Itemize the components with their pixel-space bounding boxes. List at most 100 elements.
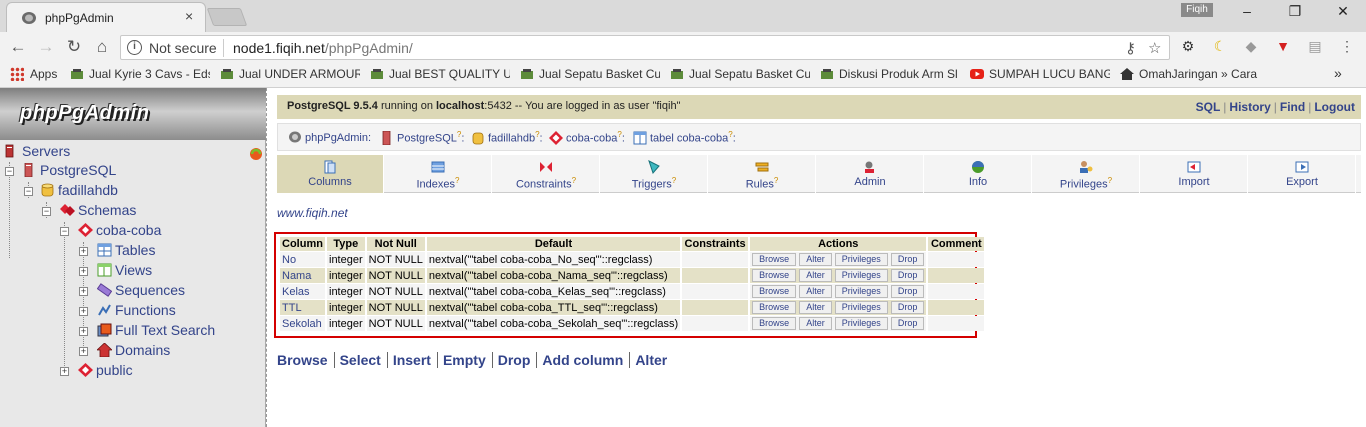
tree-item-schema-coba-coba[interactable]: coba-coba [78,222,161,238]
tab-constraints[interactable]: Constraints? [493,155,600,193]
tree-expander-schemas[interactable]: − [42,207,51,216]
alter-button[interactable]: Alter [799,301,832,314]
browse-button[interactable]: Browse [752,301,797,314]
drop-button[interactable]: Drop [890,301,925,314]
tree-expander-postgresql[interactable]: − [5,167,14,176]
bookmark-item[interactable]: Jual UNDER ARMOUR [220,67,360,81]
tree-item-tables[interactable]: Tables [97,242,155,258]
browse-button[interactable]: Browse [752,269,797,282]
home-icon[interactable]: ⌂ [92,38,112,56]
column-name[interactable]: No [280,252,325,267]
tree-item-functions[interactable]: Functions [97,302,176,318]
breadcrumb-table[interactable]: tabel coba-coba?: [633,130,736,145]
moon-extension-icon[interactable]: ☾ [1211,37,1229,55]
drop-button[interactable]: Drop [890,269,925,282]
tree-item-servers[interactable]: Servers [4,143,70,159]
bookmark-item[interactable]: Jual Kyrie 3 Cavs - Eds [70,67,210,81]
tree-item-full-text-search[interactable]: Full Text Search [97,322,215,338]
refresh-icon[interactable] [248,146,264,162]
find-link[interactable]: Find [1280,100,1305,114]
drop-button[interactable]: Drop [890,253,925,266]
info-icon[interactable]: i [127,40,142,55]
address-bar[interactable]: i Not secure node1.fiqih.net/phpPgAdmin/… [120,35,1170,60]
tab-export[interactable]: Export [1249,155,1356,193]
reload-icon[interactable]: ↻ [64,38,84,56]
tree-item-schema-public[interactable]: public [78,362,133,378]
site-link[interactable]: www.fiqih.net [277,206,348,220]
bookmark-item[interactable]: Jual BEST QUALITY Ur [370,67,510,81]
drop-link[interactable]: Drop [498,352,535,368]
privileges-button[interactable]: Privileges [834,301,888,314]
history-link[interactable]: History [1229,100,1270,114]
tree-item-schemas[interactable]: Schemas [60,202,136,218]
insert-link[interactable]: Insert [393,352,435,368]
frame-divider[interactable] [266,88,267,427]
tree-expander-database[interactable]: − [24,187,33,196]
column-name[interactable]: TTL [280,300,325,315]
browse-link[interactable]: Browse [277,352,332,368]
alter-button[interactable]: Alter [799,317,832,330]
alter-button[interactable]: Alter [799,253,832,266]
tab-privileges[interactable]: Privileges? [1033,155,1140,193]
tab-rules[interactable]: Rules? [709,155,816,193]
tree-item-views[interactable]: Views [97,262,152,278]
logout-link[interactable]: Logout [1314,100,1355,114]
tree-item-database[interactable]: fadillahdb [40,182,118,198]
tree-expander-domains[interactable]: + [79,347,88,356]
bookmark-star-icon[interactable]: ☆ [1148,39,1161,57]
browser-tab[interactable]: phpPgAdmin × [6,2,206,32]
close-window-icon[interactable]: ✕ [1332,3,1354,20]
tree-expander-schema[interactable]: − [60,227,69,236]
tab-indexes[interactable]: Indexes? [385,155,492,193]
bookmark-item[interactable]: Jual Sepatu Basket Cu [670,67,810,81]
tab-admin[interactable]: Admin [817,155,924,193]
column-name[interactable]: Nama [280,268,325,283]
drop-button[interactable]: Drop [890,285,925,298]
tree-expander-tables[interactable]: + [79,247,88,256]
bookmark-item[interactable]: OmahJaringan » Cara [1120,67,1260,81]
tab-columns[interactable]: Columns [277,155,384,193]
tree-expander-public[interactable]: + [60,367,69,376]
new-tab-button[interactable] [206,8,248,26]
privileges-button[interactable]: Privileges [834,317,888,330]
privileges-button[interactable]: Privileges [834,285,888,298]
minimize-icon[interactable]: – [1236,3,1258,19]
cube-extension-icon[interactable]: ◆ [1242,37,1260,55]
tab-info[interactable]: Info [925,155,1032,193]
empty-link[interactable]: Empty [443,352,490,368]
tab-import[interactable]: Import [1141,155,1248,193]
tree-expander-views[interactable]: + [79,267,88,276]
column-name[interactable]: Sekolah [280,316,325,331]
tree-item-domains[interactable]: Domains [97,342,170,358]
browse-button[interactable]: Browse [752,317,797,330]
settings-gear-icon[interactable]: ⚙ [1179,37,1197,55]
browse-button[interactable]: Browse [752,253,797,266]
breadcrumb-schema[interactable]: coba-coba?: [549,130,625,145]
bookmark-apps[interactable]: Apps [10,67,57,81]
drop-button[interactable]: Drop [890,317,925,330]
add-column-link[interactable]: Add column [542,352,627,368]
tab-triggers[interactable]: Triggers? [601,155,708,193]
bookmark-item[interactable]: SUMPAH LUCU BANG [970,67,1110,81]
privileges-button[interactable]: Privileges [834,253,888,266]
privileges-button[interactable]: Privileges [834,269,888,282]
alter-button[interactable]: Alter [799,269,832,282]
tree-item-postgresql[interactable]: PostgreSQL [22,162,116,178]
bookmark-item[interactable]: Jual Sepatu Basket Cu [520,67,660,81]
breadcrumb-phppgadmin[interactable]: phpPgAdmin: [288,130,371,144]
breadcrumb-server[interactable]: PostgreSQL?: [380,130,464,145]
breadcrumb-database[interactable]: fadillahdb?: [471,130,543,145]
url-text[interactable]: node1.fiqih.net/phpPgAdmin/ [233,40,413,56]
more-bookmarks-icon[interactable]: » [1334,65,1342,81]
bookmark-item[interactable]: Diskusi Produk Arm Sl [820,67,960,81]
back-icon[interactable]: ← [8,38,28,56]
tree-expander-functions[interactable]: + [79,307,88,316]
alter-button[interactable]: Alter [799,285,832,298]
tab-close-icon[interactable]: × [185,8,193,24]
menu-dots-icon[interactable]: ⋮ [1338,37,1356,55]
pdf-extension-icon[interactable]: ▤ [1306,37,1324,55]
column-name[interactable]: Kelas [280,284,325,299]
alter-link[interactable]: Alter [635,352,671,368]
tree-expander-fts[interactable]: + [79,327,88,336]
browse-button[interactable]: Browse [752,285,797,298]
